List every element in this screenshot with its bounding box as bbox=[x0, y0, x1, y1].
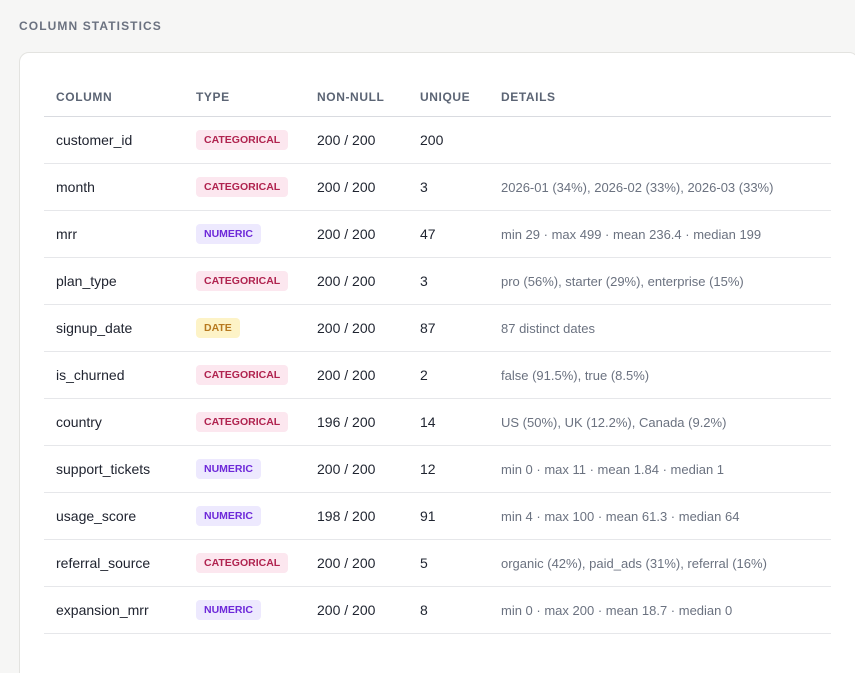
column-name: expansion_mrr bbox=[44, 586, 184, 634]
type-badge: CATEGORICAL bbox=[196, 130, 289, 150]
table-row: support_tickets NUMERIC 200 / 200 12 min 0 ·… bbox=[44, 445, 831, 493]
column-statistics-card: COLUMN TYPE NON-NULL UNIQUE DETAILS cust… bbox=[19, 52, 855, 673]
non-null-count: 200 / 200 bbox=[305, 445, 408, 493]
details-text: 87 distinct dates bbox=[489, 304, 831, 352]
unique-count: 200 bbox=[408, 116, 489, 164]
details-text: min 0 · max 11 · mean 1.84 · median 1 bbox=[489, 445, 831, 493]
unique-count: 14 bbox=[408, 398, 489, 446]
type-badge: DATE bbox=[196, 318, 240, 338]
type-badge: CATEGORICAL bbox=[196, 177, 289, 197]
header-non-null: NON-NULL bbox=[305, 77, 408, 117]
column-name: signup_date bbox=[44, 304, 184, 352]
column-name: country bbox=[44, 398, 184, 446]
non-null-count: 200 / 200 bbox=[305, 116, 408, 164]
type-cell: CATEGORICAL bbox=[184, 116, 305, 164]
column-name: support_tickets bbox=[44, 445, 184, 493]
details-text: US (50%), UK (12.2%), Canada (9.2%) bbox=[489, 398, 831, 446]
column-name: is_churned bbox=[44, 351, 184, 399]
details-text bbox=[489, 116, 831, 164]
table-row: expansion_mrr NUMERIC 200 / 200 8 min 0 · ma… bbox=[44, 586, 831, 634]
type-cell: NUMERIC bbox=[184, 210, 305, 258]
type-cell: NUMERIC bbox=[184, 492, 305, 540]
non-null-count: 196 / 200 bbox=[305, 398, 408, 446]
type-cell: CATEGORICAL bbox=[184, 163, 305, 211]
page: COLUMN STATISTICS COLUMN TYPE NON-NULL U… bbox=[0, 0, 855, 673]
details-text: min 0 · max 200 · mean 18.7 · median 0 bbox=[489, 586, 831, 634]
details-text: pro (56%), starter (29%), enterprise (15… bbox=[489, 257, 831, 305]
header-column: COLUMN bbox=[44, 77, 184, 117]
type-badge: CATEGORICAL bbox=[196, 412, 289, 432]
unique-count: 12 bbox=[408, 445, 489, 493]
header-type: TYPE bbox=[184, 77, 305, 117]
header-details: DETAILS bbox=[489, 77, 831, 117]
unique-count: 2 bbox=[408, 351, 489, 399]
unique-count: 3 bbox=[408, 257, 489, 305]
type-cell: CATEGORICAL bbox=[184, 351, 305, 399]
table-row: signup_date DATE 200 / 200 87 87 distinct da… bbox=[44, 304, 831, 352]
type-cell: NUMERIC bbox=[184, 445, 305, 493]
column-name: referral_source bbox=[44, 539, 184, 587]
type-badge: CATEGORICAL bbox=[196, 553, 289, 573]
details-text: min 29 · max 499 · mean 236.4 · median 1… bbox=[489, 210, 831, 258]
type-badge: CATEGORICAL bbox=[196, 271, 289, 291]
non-null-count: 198 / 200 bbox=[305, 492, 408, 540]
type-cell: CATEGORICAL bbox=[184, 398, 305, 446]
column-name: usage_score bbox=[44, 492, 184, 540]
non-null-count: 200 / 200 bbox=[305, 351, 408, 399]
table-header-row: COLUMN TYPE NON-NULL UNIQUE DETAILS bbox=[44, 77, 831, 117]
non-null-count: 200 / 200 bbox=[305, 304, 408, 352]
type-cell: CATEGORICAL bbox=[184, 539, 305, 587]
type-badge: NUMERIC bbox=[196, 506, 261, 526]
type-badge: NUMERIC bbox=[196, 459, 261, 479]
non-null-count: 200 / 200 bbox=[305, 210, 408, 258]
column-name: mrr bbox=[44, 210, 184, 258]
details-text: min 4 · max 100 · mean 61.3 · median 64 bbox=[489, 492, 831, 540]
table-row: mrr NUMERIC 200 / 200 47 min 29 · max 499 · … bbox=[44, 210, 831, 258]
non-null-count: 200 / 200 bbox=[305, 586, 408, 634]
section-title: COLUMN STATISTICS bbox=[19, 19, 162, 33]
unique-count: 91 bbox=[408, 492, 489, 540]
details-text: 2026-01 (34%), 2026-02 (33%), 2026-03 (3… bbox=[489, 163, 831, 211]
column-statistics-table: COLUMN TYPE NON-NULL UNIQUE DETAILS cust… bbox=[44, 77, 831, 634]
column-name: customer_id bbox=[44, 116, 184, 164]
unique-count: 87 bbox=[408, 304, 489, 352]
unique-count: 47 bbox=[408, 210, 489, 258]
column-name: plan_type bbox=[44, 257, 184, 305]
type-cell: DATE bbox=[184, 304, 305, 352]
details-text: organic (42%), paid_ads (31%), referral … bbox=[489, 539, 831, 587]
unique-count: 5 bbox=[408, 539, 489, 587]
table-row: month CATEGORICAL 200 / 200 3 2026-01 (34%),… bbox=[44, 163, 831, 211]
table-row: plan_type CATEGORICAL 200 / 200 3 pro (56%),… bbox=[44, 257, 831, 305]
type-badge: NUMERIC bbox=[196, 224, 261, 244]
type-badge: NUMERIC bbox=[196, 600, 261, 620]
type-badge: CATEGORICAL bbox=[196, 365, 289, 385]
non-null-count: 200 / 200 bbox=[305, 163, 408, 211]
table-row: customer_id CATEGORICAL 200 / 200 200 bbox=[44, 116, 831, 164]
table-body: customer_id CATEGORICAL 200 / 200 200 month C… bbox=[44, 116, 831, 634]
details-text: false (91.5%), true (8.5%) bbox=[489, 351, 831, 399]
table-row: referral_source CATEGORICAL 200 / 200 5 orga… bbox=[44, 539, 831, 587]
type-cell: CATEGORICAL bbox=[184, 257, 305, 305]
type-cell: NUMERIC bbox=[184, 586, 305, 634]
unique-count: 8 bbox=[408, 586, 489, 634]
header-unique: UNIQUE bbox=[408, 77, 489, 117]
unique-count: 3 bbox=[408, 163, 489, 211]
non-null-count: 200 / 200 bbox=[305, 257, 408, 305]
table-row: is_churned CATEGORICAL 200 / 200 2 false (91… bbox=[44, 351, 831, 399]
column-name: month bbox=[44, 163, 184, 211]
non-null-count: 200 / 200 bbox=[305, 539, 408, 587]
table-row: usage_score NUMERIC 198 / 200 91 min 4 · max… bbox=[44, 492, 831, 540]
table-row: country CATEGORICAL 196 / 200 14 US (50%), U… bbox=[44, 398, 831, 446]
